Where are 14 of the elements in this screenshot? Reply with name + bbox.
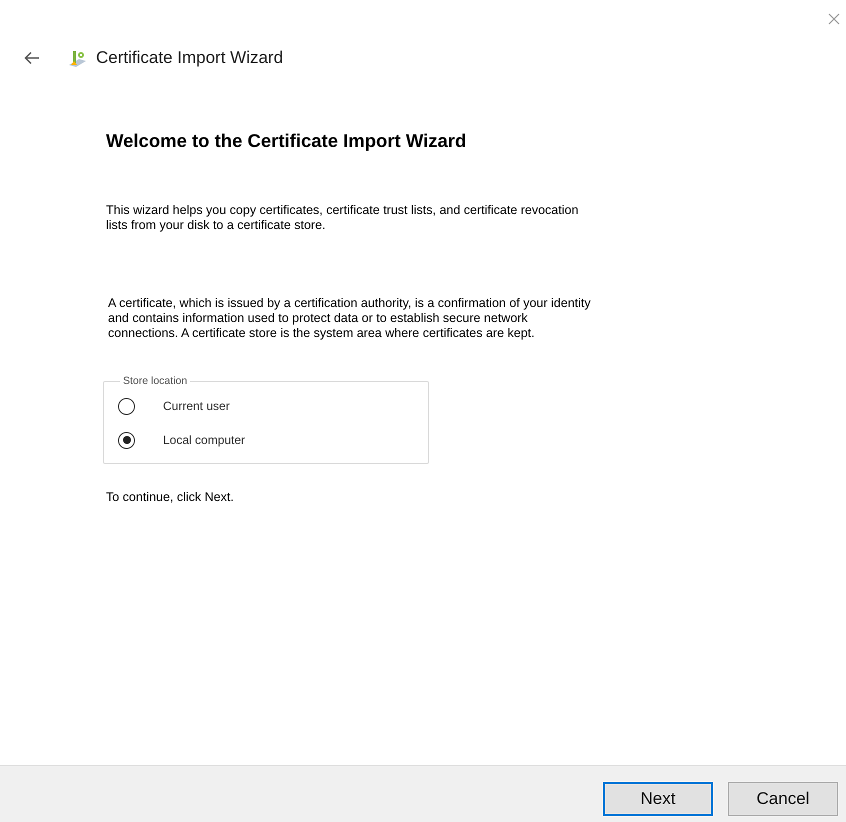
group-label: Store location	[122, 375, 188, 387]
radio-button[interactable]	[118, 398, 135, 414]
back-button[interactable]	[24, 51, 40, 65]
description-text: This wizard helps you copy certificates, certificate trust lists, and certificate revocation lists from your disk to a certificate store.	[106, 203, 580, 233]
radio-label[interactable]: Local computer	[163, 433, 246, 447]
hint-text: To continue, click Next.	[106, 490, 235, 504]
radio-label[interactable]: Current user	[163, 399, 230, 413]
next-button[interactable]: Next	[603, 782, 713, 816]
window-title: Certificate Import Wizard	[96, 48, 284, 68]
radio-button[interactable]	[118, 432, 135, 448]
wizard-heading: Welcome to the Certificate Import Wizard	[106, 130, 468, 152]
close-button[interactable]	[827, 12, 841, 26]
cancel-button[interactable]: Cancel	[728, 782, 838, 816]
description-text: A certificate, which is issued by a certification authority, is a confirmation of your identity and contains information used to protect data or to establish secure network connections. A certificate store is the system area where certificates are kept.	[108, 296, 592, 341]
